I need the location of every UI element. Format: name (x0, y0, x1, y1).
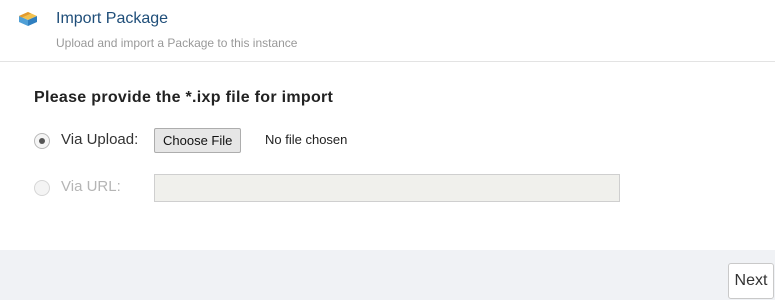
upload-radio[interactable] (34, 133, 50, 149)
url-radio[interactable] (34, 180, 50, 196)
file-status-text: No file chosen (265, 132, 348, 147)
url-input[interactable] (154, 174, 620, 202)
page-title: Import Package (56, 10, 169, 27)
page-subtitle: Upload and import a Package to this inst… (56, 36, 298, 50)
footer-bar (0, 250, 775, 300)
section-title: Please provide the *.ixp file for import (34, 89, 334, 106)
page-header: Import Package Upload and import a Packa… (0, 0, 775, 62)
url-option-label: Via URL: (61, 178, 121, 195)
next-button[interactable]: Next (728, 263, 774, 299)
upload-option-label: Via Upload: (61, 131, 139, 148)
choose-file-button[interactable]: Choose File (154, 128, 242, 153)
package-box-icon (19, 12, 37, 26)
header-divider (0, 61, 775, 62)
